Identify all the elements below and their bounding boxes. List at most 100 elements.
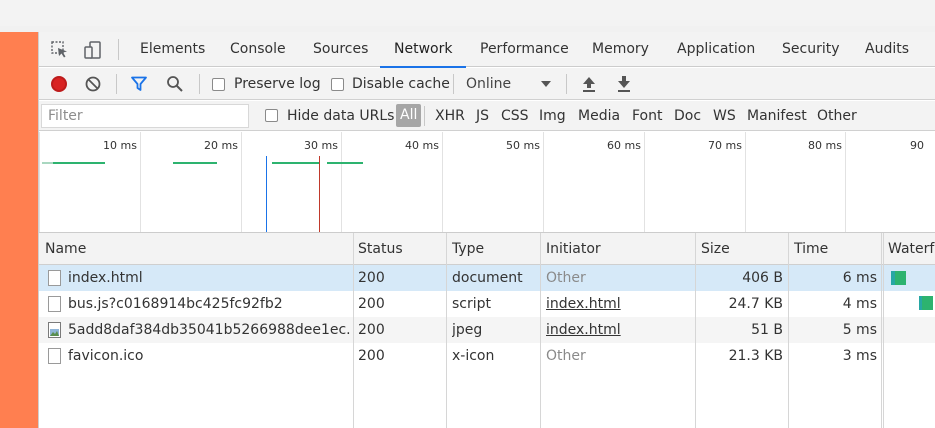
overview-gridline — [39, 132, 40, 232]
cell-type: x-icon — [452, 348, 495, 364]
table-row[interactable]: 5add8daf384db35041b5266988dee1ec.j... 20… — [39, 317, 935, 343]
throttling-select[interactable]: Online — [466, 76, 511, 92]
network-overview[interactable]: 10 ms 20 ms 30 ms 40 ms 50 ms 60 ms 70 m… — [39, 132, 935, 233]
overview-gridline — [241, 132, 242, 232]
cell-initiator: Other — [546, 270, 586, 286]
table-row[interactable]: index.html 200 document Other 406 B 6 ms — [39, 265, 935, 291]
cell-initiator[interactable]: index.html — [546, 317, 691, 343]
clear-icon[interactable] — [85, 76, 101, 92]
hide-data-urls-label[interactable]: Hide data URLs — [287, 108, 394, 124]
import-har-icon[interactable] — [581, 75, 597, 93]
dom-content-loaded-marker — [266, 156, 267, 232]
filter-type-doc[interactable]: Doc — [674, 108, 701, 124]
filter-icon[interactable] — [130, 75, 148, 93]
cell-type: document — [452, 270, 523, 286]
toolbar-divider — [566, 74, 567, 94]
cell-name: bus.js?c0168914bc425fc92fb2 — [68, 296, 283, 312]
filter-type-manifest[interactable]: Manifest — [747, 108, 807, 124]
cell-type: jpeg — [452, 322, 483, 338]
cell-size: 24.7 KB — [728, 296, 783, 312]
overview-gridline — [140, 132, 141, 232]
script-icon — [48, 296, 61, 312]
column-header-time[interactable]: Time — [794, 233, 828, 265]
export-har-icon[interactable] — [616, 75, 632, 93]
disable-cache-checkbox[interactable] — [331, 78, 344, 91]
filter-type-font[interactable]: Font — [632, 108, 662, 124]
filter-type-css[interactable]: CSS — [501, 108, 529, 124]
cell-name: 5add8daf384db35041b5266988dee1ec.j... — [68, 322, 350, 338]
filter-type-js[interactable]: JS — [476, 108, 489, 124]
column-header-status[interactable]: Status — [358, 233, 403, 265]
column-header-name[interactable]: Name — [45, 233, 86, 265]
column-divider[interactable] — [881, 233, 882, 428]
overview-tick-label: 80 ms — [808, 139, 842, 152]
disable-cache-label[interactable]: Disable cache — [352, 76, 450, 92]
tab-elements[interactable]: Elements — [140, 32, 205, 67]
preserve-log-label[interactable]: Preserve log — [234, 76, 321, 92]
document-icon — [48, 270, 61, 286]
image-icon — [48, 322, 61, 338]
column-header-size[interactable]: Size — [701, 233, 730, 265]
overview-gridline — [745, 132, 746, 232]
chevron-down-icon[interactable] — [541, 81, 551, 87]
overview-gridline — [845, 132, 846, 232]
filter-type-media[interactable]: Media — [578, 108, 620, 124]
overview-tick-label: 10 ms — [103, 139, 137, 152]
waterfall-bar — [895, 271, 906, 285]
column-divider[interactable] — [353, 233, 354, 428]
hide-data-urls-checkbox[interactable] — [265, 109, 278, 122]
inspect-element-icon[interactable] — [50, 40, 70, 60]
cell-time: 6 ms — [842, 270, 877, 286]
overview-request-bar — [53, 162, 105, 164]
column-header-type[interactable]: Type — [452, 233, 484, 265]
tab-network[interactable]: Network — [379, 32, 468, 68]
tab-performance[interactable]: Performance — [480, 32, 569, 67]
column-divider — [883, 233, 884, 428]
overview-gridline — [543, 132, 544, 232]
cell-size: 51 B — [751, 322, 783, 338]
column-header-initiator[interactable]: Initiator — [546, 233, 601, 265]
cell-size: 21.3 KB — [728, 348, 783, 364]
overview-request-bar — [173, 162, 217, 164]
overview-tick-label: 20 ms — [204, 139, 238, 152]
column-header-waterfall[interactable]: Waterfall — [888, 233, 935, 265]
cell-initiator[interactable]: index.html — [546, 291, 691, 317]
column-divider[interactable] — [788, 233, 789, 428]
request-table: index.html 200 document Other 406 B 6 ms… — [39, 233, 935, 428]
tab-audits[interactable]: Audits — [865, 32, 909, 67]
filter-type-img[interactable]: Img — [539, 108, 566, 124]
filter-type-other[interactable]: Other — [817, 108, 857, 124]
record-button[interactable] — [51, 76, 67, 92]
filter-input[interactable] — [41, 104, 249, 128]
search-icon[interactable] — [166, 75, 184, 93]
toolbar-divider — [116, 74, 117, 94]
tab-security[interactable]: Security — [782, 32, 840, 67]
devtools-panel: Elements Console Sources Network Perform… — [38, 32, 935, 428]
column-divider[interactable] — [540, 233, 541, 428]
overview-gridline — [442, 132, 443, 232]
waterfall-bar — [922, 296, 933, 310]
column-divider[interactable] — [695, 233, 696, 428]
cell-status: 200 — [358, 296, 385, 312]
device-toolbar-icon[interactable] — [83, 40, 103, 60]
tab-sources[interactable]: Sources — [313, 32, 368, 67]
tab-application[interactable]: Application — [677, 32, 755, 67]
tab-memory[interactable]: Memory — [592, 32, 649, 67]
cell-status: 200 — [358, 348, 385, 364]
cell-time: 5 ms — [842, 322, 877, 338]
cell-time: 4 ms — [842, 296, 877, 312]
table-row[interactable]: bus.js?c0168914bc425fc92fb2 200 script i… — [39, 291, 935, 317]
column-divider[interactable] — [446, 233, 447, 428]
overview-tick-label: 50 ms — [506, 139, 540, 152]
overview-request-bar — [42, 162, 53, 164]
preserve-log-checkbox[interactable] — [212, 78, 225, 91]
filter-type-all[interactable]: All — [396, 104, 422, 127]
table-row[interactable]: favicon.ico 200 x-icon Other 21.3 KB 3 m… — [39, 343, 935, 369]
filter-type-xhr[interactable]: XHR — [435, 108, 465, 124]
overview-request-bar — [272, 162, 320, 164]
page-content-area — [0, 32, 38, 428]
overview-gridline — [644, 132, 645, 232]
overview-tick-label: 30 ms — [304, 139, 338, 152]
tab-console[interactable]: Console — [230, 32, 286, 67]
filter-type-ws[interactable]: WS — [713, 108, 736, 124]
